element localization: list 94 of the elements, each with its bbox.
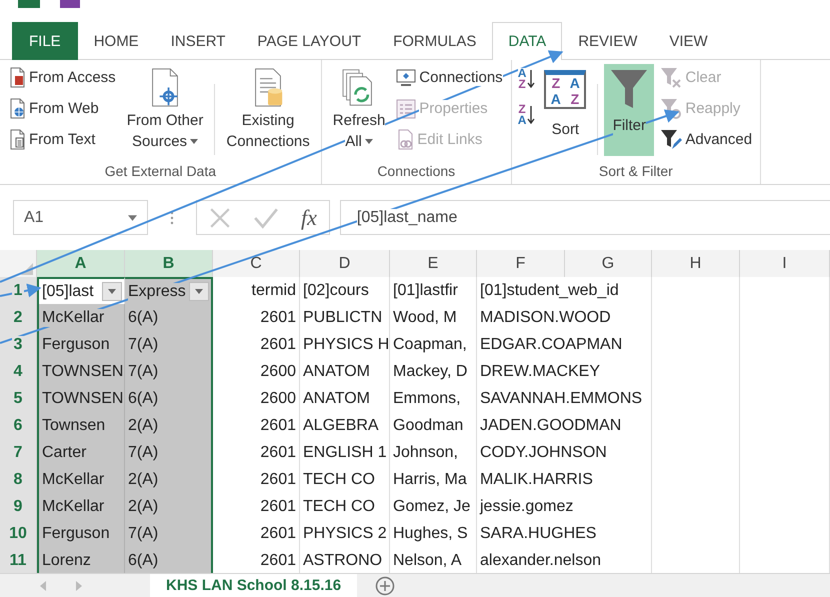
- table-cell: Johnson,: [393, 444, 458, 462]
- drag-handle-icon[interactable]: [170, 210, 174, 224]
- column-header[interactable]: F: [477, 250, 565, 279]
- table-cell: Mackey, D: [393, 362, 468, 380]
- row-header[interactable]: 2: [0, 304, 37, 332]
- caret-icon: [108, 289, 116, 294]
- row-header[interactable]: 11: [0, 547, 37, 575]
- scroll-left-icon[interactable]: [40, 580, 46, 590]
- chain-link-document-icon: [396, 129, 414, 150]
- triangle-icon: [21, 263, 33, 275]
- column-header[interactable]: H: [652, 250, 740, 279]
- cancel-icon[interactable]: [209, 206, 231, 228]
- insert-function-button[interactable]: fx: [301, 204, 317, 230]
- file-tab[interactable]: FILE: [12, 22, 78, 60]
- row-header[interactable]: 4: [0, 358, 37, 386]
- row-header[interactable]: 5: [0, 385, 37, 413]
- ribbon-tab[interactable]: PAGE LAYOUT: [241, 22, 378, 60]
- row-header[interactable]: 9: [0, 493, 37, 521]
- column-header[interactable]: G: [565, 250, 652, 279]
- group-label: Connections: [376, 162, 456, 181]
- sheet-tab[interactable]: KHS LAN School 8.15.16: [150, 574, 358, 597]
- filter-dropdown-button[interactable]: [189, 282, 209, 301]
- ribbon-tab[interactable]: VIEW: [653, 22, 724, 60]
- column-header[interactable]: E: [390, 250, 477, 279]
- quick-access-icon: [60, 0, 80, 8]
- table-cell: [01]lastfir: [393, 282, 458, 300]
- database-file-icon: [8, 67, 26, 88]
- table-cell: 2(A): [128, 470, 158, 488]
- table-cell: McKellar: [42, 308, 104, 326]
- table-cell: Harris, Ma: [393, 470, 467, 488]
- ribbon-button[interactable]: From Text: [6, 126, 118, 153]
- table-cell: Hughes, S: [393, 524, 468, 542]
- table-cell: Wood, M: [393, 308, 457, 326]
- table-cell: 7(A): [128, 524, 158, 542]
- column-header[interactable]: I: [740, 250, 830, 279]
- text-file-icon: [8, 129, 26, 150]
- ribbon-button[interactable]: Advanced: [658, 126, 754, 153]
- ribbon-tab[interactable]: FORMULAS: [377, 22, 492, 60]
- table-cell: 6(A): [128, 308, 158, 326]
- row-header[interactable]: 6: [0, 412, 37, 440]
- app-icon: [18, 0, 40, 8]
- table-cell: [02]cours: [303, 282, 369, 300]
- funnel-refresh-icon: [660, 98, 682, 120]
- formula-field[interactable]: [05]last_name: [340, 200, 830, 235]
- ribbon-tab[interactable]: HOME: [78, 22, 155, 60]
- ribbon-large-button[interactable]: Filter: [604, 64, 654, 156]
- ribbon-tab[interactable]: INSERT: [154, 22, 242, 60]
- table-cell: 2(A): [128, 498, 158, 516]
- table-cell: 7(A): [128, 362, 158, 380]
- table-cell: Nelson, A: [393, 552, 462, 570]
- scroll-right-icon[interactable]: [76, 580, 82, 590]
- name-box[interactable]: A1: [13, 200, 148, 235]
- table-cell: Emmons,: [393, 390, 461, 408]
- group-label: Sort & Filter: [598, 162, 674, 181]
- table-cell: [05]last: [42, 282, 94, 300]
- row-header[interactable]: 3: [0, 331, 37, 359]
- table-cell: Ferguson: [42, 524, 110, 542]
- add-sheet-icon[interactable]: [375, 576, 396, 596]
- sort-ascending-button[interactable]: A Z: [518, 68, 536, 90]
- caret-icon: [128, 214, 137, 220]
- table-cell: 6(A): [128, 390, 158, 408]
- row-header[interactable]: 8: [0, 466, 37, 494]
- properties-icon: [396, 98, 416, 118]
- row-header[interactable]: 7: [0, 439, 37, 467]
- group-label: Get External Data: [104, 162, 218, 181]
- column-header[interactable]: D: [300, 250, 390, 279]
- table-cell: Gomez, Je: [393, 498, 470, 516]
- caret-icon: [195, 289, 203, 294]
- ribbon-tab[interactable]: REVIEW: [562, 22, 654, 60]
- table-cell: Ferguson: [42, 336, 110, 354]
- column-header[interactable]: B: [125, 250, 213, 279]
- ribbon-button[interactable]: Connections: [394, 64, 505, 91]
- table-cell: 2(A): [128, 416, 158, 434]
- table-cell: jessie.gomez: [480, 498, 574, 516]
- down-arrow-icon: [527, 106, 536, 124]
- ribbon-button[interactable]: From Web: [6, 95, 118, 122]
- table-cell: Coapman,: [393, 336, 467, 354]
- table-cell: 7(A): [128, 336, 158, 354]
- table-cell: 7(A): [128, 444, 158, 462]
- table-cell: Express: [128, 282, 186, 300]
- column-header[interactable]: A: [37, 250, 125, 279]
- table-cell: 6(A): [128, 552, 158, 570]
- row-header[interactable]: 10: [0, 520, 37, 548]
- table-cell: [01]student_web_id: [480, 282, 619, 300]
- web-page-icon: [8, 98, 26, 119]
- ribbon-button[interactable]: From Access: [6, 64, 118, 91]
- ribbon-tab[interactable]: DATA: [492, 22, 562, 60]
- enter-icon[interactable]: [253, 206, 279, 228]
- funnel-pencil-icon: [660, 128, 682, 150]
- filter-dropdown-button[interactable]: [102, 282, 122, 301]
- sort-descending-button[interactable]: Z A: [518, 104, 536, 126]
- funnel-cross-icon: [660, 66, 682, 88]
- connections-icon: [396, 68, 416, 86]
- down-arrow-icon: [527, 70, 536, 88]
